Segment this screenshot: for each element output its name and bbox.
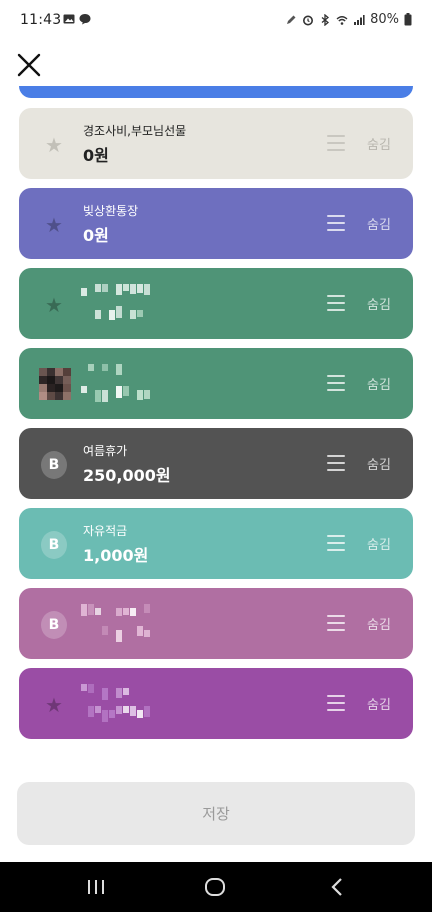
- wifi-icon: [336, 15, 348, 25]
- drag-handle-icon[interactable]: [327, 615, 345, 631]
- navigation-bar: [0, 862, 432, 912]
- image-icon: [63, 14, 75, 24]
- star-icon[interactable]: ★: [45, 695, 63, 715]
- bank-logo-icon: B: [41, 611, 67, 639]
- account-card[interactable]: B 여름휴가 250,000원 숨김: [19, 428, 413, 499]
- account-card[interactable]: ★ 빚상환통장 0원 숨김: [19, 188, 413, 259]
- chat-bubble-icon: [79, 14, 91, 25]
- bank-logo: B: [41, 611, 67, 639]
- favorite-toggle: ★: [41, 212, 67, 238]
- account-card[interactable]: ★ 숨김: [19, 268, 413, 339]
- hide-button[interactable]: 숨김: [367, 214, 391, 233]
- drag-handle-icon[interactable]: [327, 455, 345, 471]
- account-card-partial: [19, 86, 413, 98]
- hide-button[interactable]: 숨김: [367, 454, 391, 473]
- alarm-icon: [303, 15, 314, 25]
- hide-button[interactable]: 숨김: [367, 694, 391, 713]
- hide-button[interactable]: 숨김: [367, 534, 391, 553]
- redacted-account-info: [81, 284, 150, 320]
- bluetooth-icon: [321, 13, 330, 26]
- star-icon[interactable]: ★: [45, 215, 63, 235]
- bank-logo-icon: B: [41, 451, 67, 479]
- account-card[interactable]: ★ 경조사비,부모님선물 0원 숨김: [19, 108, 413, 179]
- account-balance: 250,000원: [83, 466, 171, 485]
- redacted-account-info: [81, 364, 150, 402]
- save-button[interactable]: 저장: [17, 782, 415, 845]
- redacted-account-info: [81, 684, 150, 722]
- favorite-toggle: ★: [41, 692, 67, 718]
- battery-percentage: 80%: [370, 12, 399, 27]
- avatar-icon: [39, 368, 71, 400]
- bank-logo: B: [41, 451, 67, 479]
- status-time: 11:43: [20, 12, 62, 28]
- account-name: 경조사비,부모님선물: [83, 124, 187, 138]
- bank-logo: B: [41, 531, 67, 559]
- drag-handle-icon[interactable]: [327, 695, 345, 711]
- star-icon[interactable]: ★: [45, 135, 63, 155]
- recent-apps-icon[interactable]: [85, 876, 107, 898]
- account-balance: 0원: [83, 146, 109, 165]
- drag-handle-icon[interactable]: [327, 135, 345, 151]
- redacted-account-info: [81, 604, 150, 642]
- back-icon[interactable]: [326, 876, 348, 898]
- pen-icon: [287, 15, 296, 24]
- account-card[interactable]: ★ 숨김: [19, 668, 413, 739]
- account-name: 자유적금: [83, 524, 128, 538]
- hide-button[interactable]: 숨김: [367, 614, 391, 633]
- drag-handle-icon[interactable]: [327, 375, 345, 391]
- account-name: 빚상환통장: [83, 204, 139, 218]
- account-balance: 1,000원: [83, 546, 149, 565]
- account-card[interactable]: B 자유적금 1,000원 숨김: [19, 508, 413, 579]
- close-button[interactable]: [14, 50, 44, 80]
- bank-logo-icon: B: [41, 531, 67, 559]
- battery-icon: [404, 13, 412, 26]
- hide-button[interactable]: 숨김: [367, 294, 391, 313]
- drag-handle-icon[interactable]: [327, 215, 345, 231]
- star-icon[interactable]: ★: [45, 295, 63, 315]
- account-name: 여름휴가: [83, 444, 128, 458]
- home-icon[interactable]: [204, 876, 226, 898]
- status-bar: 11:43 80%: [0, 0, 432, 44]
- drag-handle-icon[interactable]: [327, 535, 345, 551]
- close-icon: [17, 53, 41, 77]
- account-card[interactable]: B 숨김: [19, 588, 413, 659]
- hide-button[interactable]: 숨김: [367, 134, 391, 153]
- hide-button[interactable]: 숨김: [367, 374, 391, 393]
- favorite-toggle: ★: [41, 132, 67, 158]
- account-card[interactable]: 숨김: [19, 348, 413, 419]
- drag-handle-icon[interactable]: [327, 295, 345, 311]
- signal-icon: [354, 14, 365, 25]
- favorite-toggle: ★: [41, 292, 67, 318]
- account-balance: 0원: [83, 226, 109, 245]
